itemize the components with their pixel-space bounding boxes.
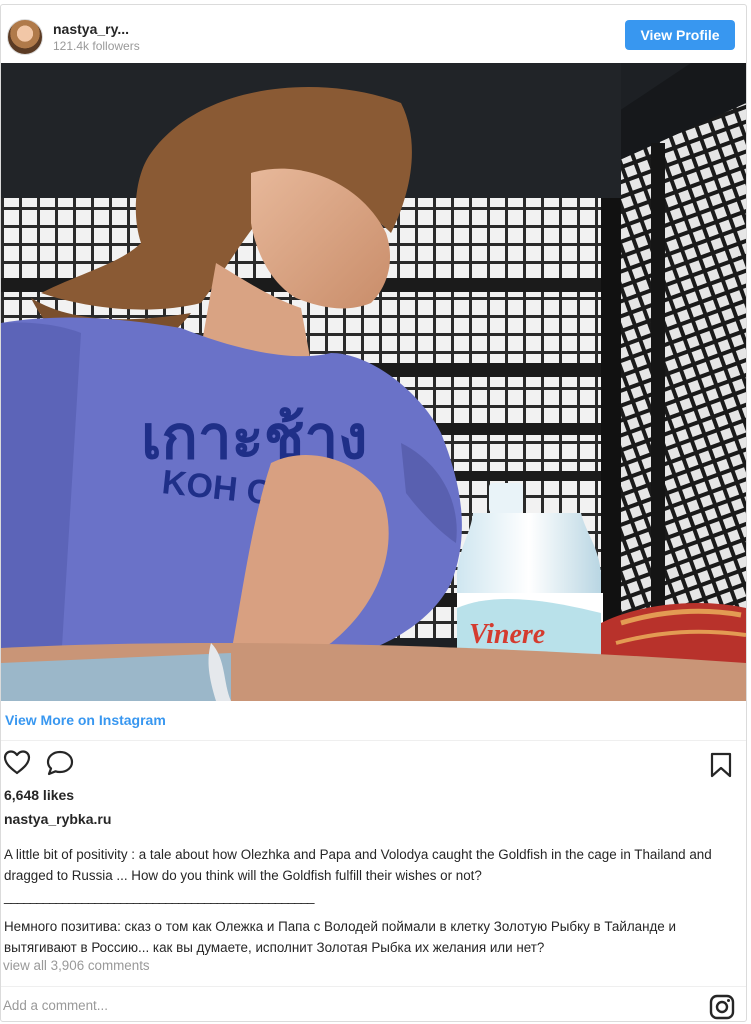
photo-illustration: เกาะช้าง KOH CHANG Vinere xyxy=(1,63,746,701)
follower-count: 121.4k followers xyxy=(53,39,140,53)
speech-bubble-icon[interactable] xyxy=(45,749,75,777)
view-profile-button[interactable]: View Profile xyxy=(625,20,735,50)
bookmark-icon[interactable] xyxy=(709,752,733,778)
bottle-label: Vinere xyxy=(469,619,545,650)
post-owner-link[interactable]: nastya_rybka.ru xyxy=(4,811,111,827)
caption-gap xyxy=(4,907,739,916)
like-count: 6,648 likes xyxy=(4,787,75,803)
username-link[interactable]: nastya_ry... xyxy=(53,21,129,37)
divider xyxy=(1,986,746,987)
add-comment-field[interactable]: Add a comment... xyxy=(3,998,108,1013)
instagram-icon[interactable] xyxy=(709,994,735,1020)
view-all-comments-link[interactable]: view all 3,906 comments xyxy=(3,958,150,973)
view-more-link[interactable]: View More on Instagram xyxy=(5,712,166,728)
heart-outline-icon[interactable] xyxy=(3,749,31,775)
avatar[interactable] xyxy=(7,19,43,55)
caption-english: A little bit of positivity : a tale abou… xyxy=(4,847,712,883)
post-photo[interactable]: เกาะช้าง KOH CHANG Vinere xyxy=(1,63,746,701)
caption-russian: Немного позитива: сказ о том как Олежка … xyxy=(4,919,676,955)
instagram-embed-card: nastya_ry... 121.4k followers View Profi… xyxy=(0,4,747,1022)
divider xyxy=(1,740,746,741)
post-header: nastya_ry... 121.4k followers View Profi… xyxy=(1,5,746,63)
caption-separator: ________________________________________… xyxy=(4,889,314,904)
post-caption: A little bit of positivity : a tale abou… xyxy=(4,844,739,958)
